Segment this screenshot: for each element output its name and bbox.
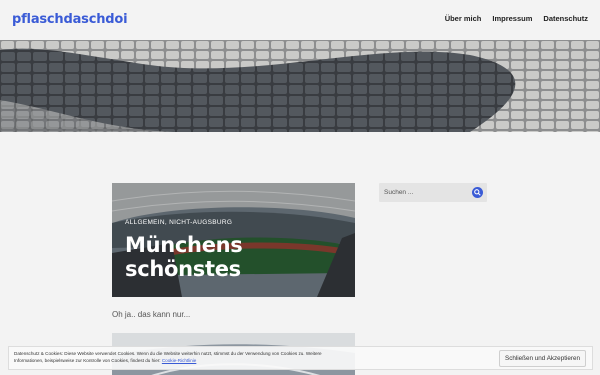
site-header: pflaschdaschdoi Über mich Impressum Date… xyxy=(0,0,600,40)
post-featured-image[interactable]: ALLGEMEIN, NICHT-AUGSBURG Münchens schön… xyxy=(112,183,355,297)
cookie-text: Datenschutz & Cookies: Diese Website ver… xyxy=(14,351,334,364)
search-input[interactable] xyxy=(384,186,472,199)
search-icon xyxy=(474,189,481,196)
cookie-banner: Datenschutz & Cookies: Diese Website ver… xyxy=(8,346,593,370)
cookie-text-line1: Datenschutz & Cookies: Diese Website ver… xyxy=(14,351,305,356)
cobblestone-image xyxy=(0,40,600,132)
nav-item-imprint[interactable]: Impressum xyxy=(492,14,532,23)
cookie-policy-link[interactable]: Cookie-Richtlinie xyxy=(162,358,196,363)
site-title[interactable]: pflaschdaschdoi xyxy=(12,12,128,27)
search-button[interactable] xyxy=(472,187,483,198)
nav-item-about[interactable]: Über mich xyxy=(445,14,482,23)
post-categories[interactable]: ALLGEMEIN, NICHT-AUGSBURG xyxy=(125,219,232,226)
header-image xyxy=(0,40,600,132)
nav-item-privacy[interactable]: Datenschutz xyxy=(543,14,588,23)
post-title[interactable]: Münchens schönstes xyxy=(125,233,345,281)
main-nav: Über mich Impressum Datenschutz xyxy=(445,14,588,23)
post-excerpt: Oh ja.. das kann nur... xyxy=(112,310,191,319)
search-form xyxy=(379,183,487,202)
accept-cookies-button[interactable]: Schließen und Akzeptieren xyxy=(499,350,586,367)
